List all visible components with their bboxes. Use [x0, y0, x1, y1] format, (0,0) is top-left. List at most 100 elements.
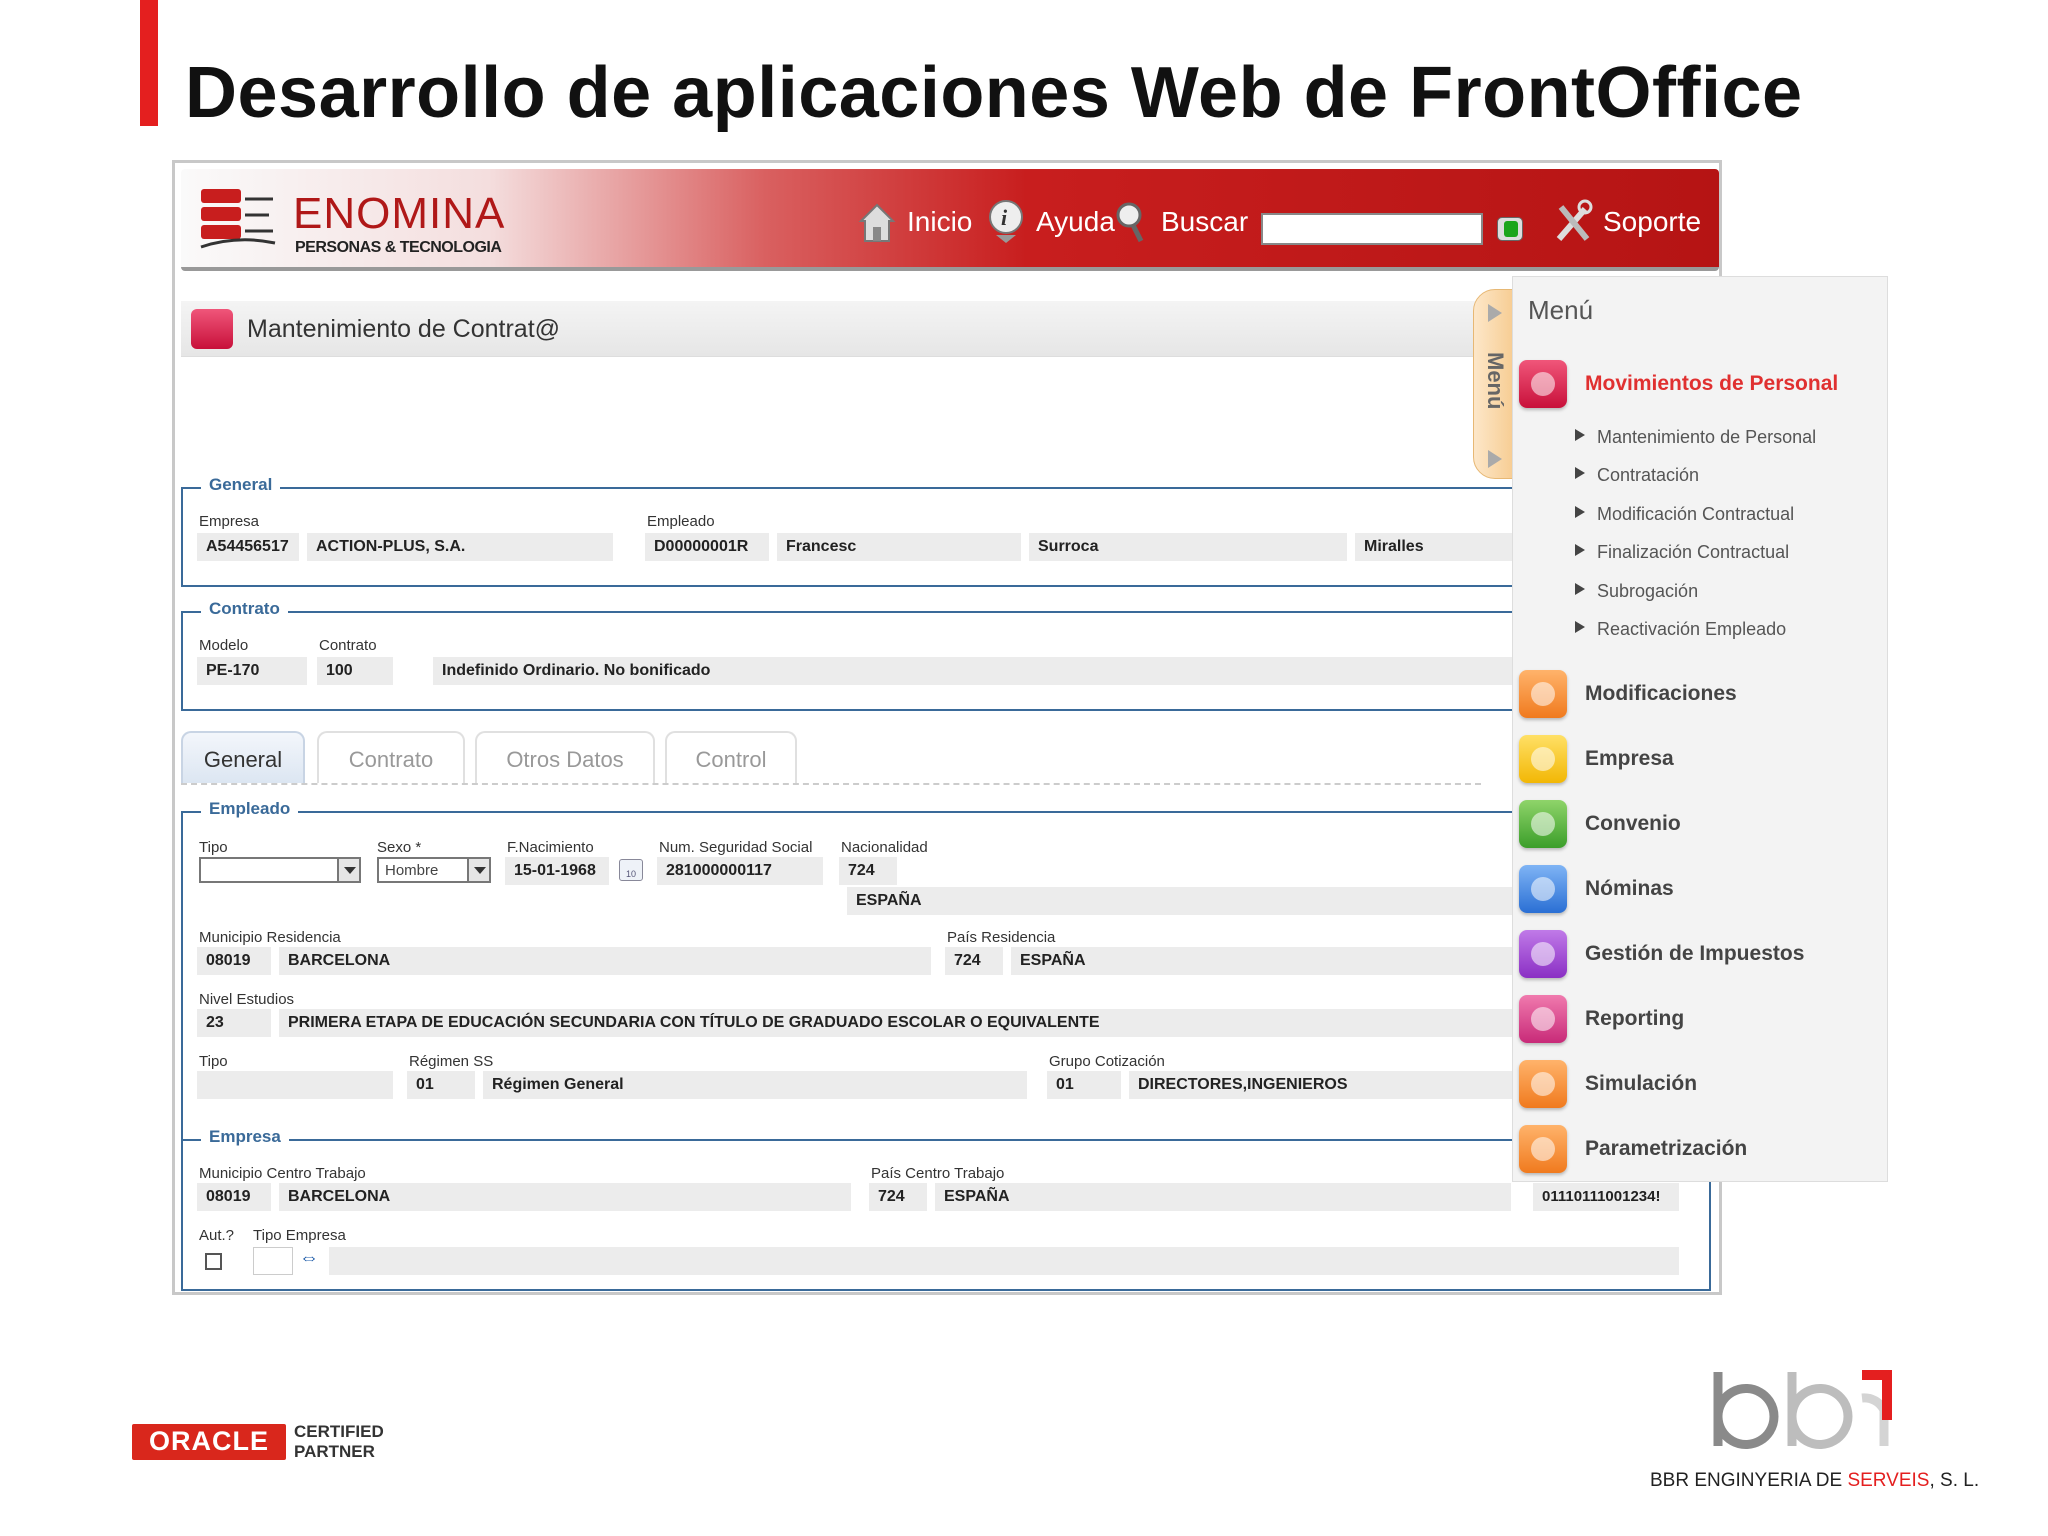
menu-item-movimientos[interactable]: Movimientos de Personal — [1519, 357, 1838, 411]
bbr-company-name: BBR ENGINYERIA DE SERVEIS, S. L. — [1650, 1470, 1979, 1492]
contrato-label: Contrato — [319, 637, 377, 654]
sexo-label: Sexo * — [377, 839, 422, 856]
menu-item-nominas[interactable]: Nóminas — [1519, 862, 1674, 916]
tab-general[interactable]: General — [181, 731, 305, 783]
municipio-name-field[interactable]: BARCELONA — [279, 947, 931, 975]
menu-item-reporting[interactable]: Reporting — [1519, 992, 1684, 1046]
oracle-logo: ORACLE — [132, 1424, 286, 1460]
menu-item-modificaciones[interactable]: Modificaciones — [1519, 667, 1737, 721]
menu-item-label: Convenio — [1585, 812, 1681, 835]
empleado-apellido2-field[interactable]: Miralles — [1355, 533, 1525, 561]
money-bag-icon — [1519, 930, 1567, 978]
chevron-down-icon — [467, 859, 489, 881]
page-title: Mantenimiento de Contrat@ — [247, 315, 561, 343]
regimen-code-field[interactable]: 01 — [407, 1071, 475, 1099]
menu-item-label: Modificaciones — [1585, 682, 1737, 705]
regimen-label: Régimen SS — [409, 1053, 494, 1070]
fnac-label: F.Nacimiento — [507, 839, 594, 856]
enomina-logo-icon — [200, 189, 276, 249]
menu-item-convenio[interactable]: Convenio — [1519, 797, 1681, 851]
page-heading-bar: Mantenimiento de Contrat@ — [181, 301, 1491, 357]
nss-label: Num. Seguridad Social — [659, 839, 813, 856]
tipo-empresa-input[interactable] — [253, 1247, 293, 1275]
nivel-label: Nivel Estudios — [199, 991, 295, 1008]
lookup-icon[interactable]: ⇔ — [299, 1247, 325, 1273]
pais-code-field[interactable]: 724 — [945, 947, 1003, 975]
municipio-label: Municipio Residencia — [199, 929, 341, 946]
menu-title: Menú — [1528, 295, 1594, 325]
hand-icon — [1519, 1125, 1567, 1173]
menu-item-label: Reporting — [1585, 1007, 1685, 1030]
grupo-code-field[interactable]: 01 — [1047, 1071, 1121, 1099]
tab-control[interactable]: Control — [665, 731, 797, 783]
sexo-select[interactable]: Hombre — [377, 857, 491, 883]
empleado-apellido1-field[interactable]: Surroca — [1029, 533, 1347, 561]
arrow-right-icon — [1488, 450, 1502, 468]
submenu-item[interactable]: Reactivación Empleado — [1574, 619, 1786, 640]
empleado-legend: Empleado — [201, 799, 299, 819]
handshake-icon — [1519, 800, 1567, 848]
arrow-right-icon — [1488, 304, 1502, 322]
contrato-desc-field[interactable]: Indefinido Ordinario. No bonificado — [433, 657, 1523, 685]
tipo2-field[interactable] — [197, 1071, 393, 1099]
contrato-code-field[interactable]: 100 — [317, 657, 393, 685]
menu-item-empresa[interactable]: Empresa — [1519, 732, 1674, 786]
municipio-centro-code-field[interactable]: 08019 — [197, 1183, 271, 1211]
pais-name-field[interactable]: ESPAÑA — [1011, 947, 1527, 975]
calendar-icon[interactable]: 10 — [619, 859, 643, 881]
municipio-code-field[interactable]: 08019 — [197, 947, 271, 975]
pais-centro-name-field[interactable]: ESPAÑA — [935, 1183, 1511, 1211]
nav-inicio[interactable]: Inicio — [857, 199, 972, 245]
header-search-input[interactable] — [1261, 213, 1483, 245]
submenu-item[interactable]: Subrogación — [1574, 581, 1698, 602]
nav-buscar-label: Buscar — [1161, 206, 1249, 237]
empleado-nombre-field[interactable]: Francesc — [777, 533, 1021, 561]
nav-buscar[interactable]: Buscar — [1111, 199, 1248, 245]
ccc-field[interactable]: 01110111001234! — [1533, 1183, 1679, 1211]
home-icon — [858, 203, 896, 242]
hand-icon — [1519, 1060, 1567, 1108]
submenu-item[interactable]: Mantenimiento de Personal — [1574, 427, 1816, 448]
pais-centro-code-field[interactable]: 724 — [869, 1183, 927, 1211]
general-group: General Empresa A54456517 ACTION-PLUS, S… — [181, 475, 1541, 587]
menu-item-simulacion[interactable]: Simulación — [1519, 1057, 1697, 1111]
nacionalidad-name-field[interactable]: ESPAÑA — [847, 887, 1527, 915]
nivel-desc-field[interactable]: PRIMERA ETAPA DE EDUCACIÓN SECUNDARIA CO… — [279, 1009, 1527, 1037]
general-legend: General — [201, 475, 281, 495]
modelo-field[interactable]: PE-170 — [197, 657, 307, 685]
pais-centro-label: País Centro Trabajo — [871, 1165, 1005, 1182]
nacionalidad-code-field[interactable]: 724 — [839, 857, 897, 885]
tipo-empresa-desc-field[interactable] — [329, 1247, 1679, 1275]
submenu-item[interactable]: Modificación Contractual — [1574, 504, 1794, 525]
sexo-select-value: Hombre — [385, 862, 439, 879]
municipio-centro-name-field[interactable]: BARCELONA — [279, 1183, 851, 1211]
bbr-text-part1: BBR ENGINYERIA DE — [1650, 1470, 1848, 1491]
nivel-code-field[interactable]: 23 — [197, 1009, 271, 1037]
aut-label: Aut.? — [199, 1227, 235, 1244]
nav-ayuda[interactable]: i Ayuda — [986, 199, 1115, 245]
empresa-code-field[interactable]: A54456517 — [197, 533, 299, 561]
empresa-name-field[interactable]: ACTION-PLUS, S.A. — [307, 533, 613, 561]
regimen-name-field[interactable]: Régimen General — [483, 1071, 1027, 1099]
menu-item-label: Nóminas — [1585, 877, 1674, 900]
submenu-item[interactable]: Finalización Contractual — [1574, 542, 1789, 563]
submenu-item[interactable]: Contratación — [1574, 465, 1699, 486]
nav-inicio-label: Inicio — [907, 206, 973, 237]
menu-item-label: Simulación — [1585, 1072, 1698, 1095]
menu-side-tab[interactable]: Menú — [1473, 289, 1517, 479]
fnac-field[interactable]: 15-01-1968 — [505, 857, 609, 885]
aut-checkbox[interactable] — [205, 1253, 222, 1270]
empleado-code-field[interactable]: D00000001R — [645, 533, 769, 561]
menu-item-impuestos[interactable]: Gestión de Impuestos — [1519, 927, 1804, 981]
grupo-name-field[interactable]: DIRECTORES,INGENIEROS — [1129, 1071, 1527, 1099]
tab-contrato[interactable]: Contrato — [317, 731, 465, 783]
nss-field[interactable]: 281000000117 — [657, 857, 823, 885]
nav-soporte-label: Soporte — [1603, 206, 1702, 237]
search-go-button[interactable] — [1497, 217, 1523, 241]
menu-item-parametrizacion[interactable]: Parametrización — [1519, 1122, 1747, 1176]
personnel-icon — [1519, 360, 1567, 408]
menu-panel: Menú Movimientos de Personal Mantenimien… — [1512, 276, 1888, 1182]
tipo-select[interactable] — [199, 857, 361, 883]
tab-otros-datos[interactable]: Otros Datos — [475, 731, 655, 783]
nav-soporte[interactable]: Soporte — [1553, 199, 1701, 245]
